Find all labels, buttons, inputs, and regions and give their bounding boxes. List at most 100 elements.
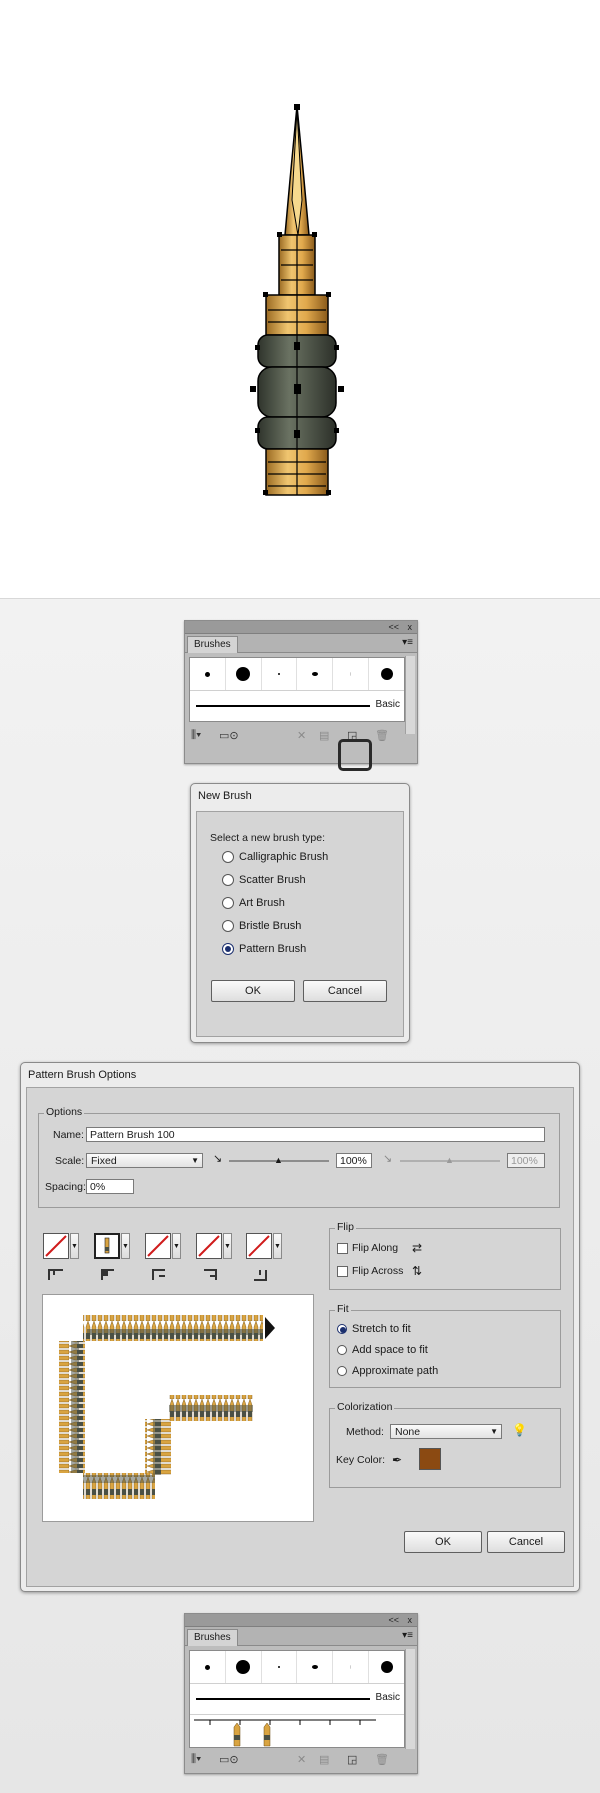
brush-library-icon[interactable]: ▭⊙ xyxy=(219,729,239,742)
basic-brush-row[interactable]: Basic xyxy=(190,691,404,721)
delete-brush-icon[interactable]: 🗑 xyxy=(375,1753,389,1766)
tile-dropdown[interactable]: ▼ xyxy=(273,1233,282,1259)
tips-icon[interactable]: 💡 xyxy=(512,1423,527,1437)
start-tile-icon xyxy=(204,1269,217,1280)
fit-legend: Fit xyxy=(335,1303,351,1315)
brush-swatch[interactable] xyxy=(297,1651,334,1683)
scrollbar[interactable] xyxy=(405,656,415,734)
brush-swatch[interactable] xyxy=(297,658,334,690)
start-tile[interactable] xyxy=(196,1233,222,1259)
end-tile-icon xyxy=(254,1270,267,1281)
brush-swatch[interactable] xyxy=(262,1651,298,1683)
radio-bristle[interactable]: Bristle Brush xyxy=(222,920,301,932)
name-field[interactable]: Pattern Brush 100 xyxy=(86,1127,545,1142)
panel-menu-icon[interactable]: ▾≡ xyxy=(402,637,413,648)
outer-corner-icon xyxy=(101,1269,114,1280)
libraries-menu-icon[interactable]: ⫼▾ xyxy=(191,729,201,742)
new-brush-icon[interactable]: ◲ xyxy=(347,1753,357,1766)
spacing-field[interactable]: 0% xyxy=(86,1179,134,1194)
tile-dropdown[interactable]: ▼ xyxy=(223,1233,232,1259)
basic-brush-row[interactable]: Basic xyxy=(190,1684,404,1714)
tile-dropdown[interactable]: ▼ xyxy=(172,1233,181,1259)
brush-swatch[interactable] xyxy=(226,658,262,690)
eyedropper-icon[interactable]: ✒ xyxy=(392,1453,402,1467)
flip-along-label: Flip Along xyxy=(352,1242,399,1254)
key-color-label: Key Color: xyxy=(336,1454,386,1466)
radio-calligraphic[interactable]: Calligraphic Brush xyxy=(222,851,328,863)
options-icon[interactable]: ▤ xyxy=(319,729,329,742)
tab-brushes[interactable]: Brushes xyxy=(187,636,238,653)
pattern-brush-row[interactable] xyxy=(190,1714,404,1747)
scale-slider-thumb[interactable]: ▲ xyxy=(274,1155,283,1165)
radio-art[interactable]: Art Brush xyxy=(222,897,285,909)
radio-scatter[interactable]: Scatter Brush xyxy=(222,874,306,886)
scale-label: Scale: xyxy=(55,1155,85,1167)
brushes-panel-updated: << x Brushes ▾≡ Basic ⫼▾ ▭⊙ ✕ ▤ ◲ 🗑 xyxy=(184,1613,418,1774)
brush-swatch[interactable] xyxy=(369,1651,404,1683)
flip-along-icon: ⇄ xyxy=(412,1241,423,1255)
colorization-legend: Colorization xyxy=(335,1401,395,1413)
brush-swatch[interactable] xyxy=(333,658,370,690)
inner-corner-tile[interactable] xyxy=(145,1233,171,1259)
delete-brush-icon[interactable]: 🗑 xyxy=(375,729,389,742)
end-tile[interactable] xyxy=(246,1233,272,1259)
remove-stroke-icon[interactable]: ✕ xyxy=(297,729,306,742)
fit-group: Fit Stretch to fit Add space to fit Appr… xyxy=(329,1303,561,1388)
options-icon[interactable]: ▤ xyxy=(319,1753,329,1766)
brush-library-icon[interactable]: ▭⊙ xyxy=(219,1753,239,1766)
brush-swatch[interactable] xyxy=(333,1651,370,1683)
tab-brushes[interactable]: Brushes xyxy=(187,1629,238,1646)
flip-along-checkbox[interactable] xyxy=(337,1243,348,1254)
method-select[interactable]: None ▼ xyxy=(390,1424,502,1439)
close-icon[interactable]: x xyxy=(408,621,413,633)
brush-list: Basic xyxy=(189,657,405,722)
collapse-icon[interactable]: << xyxy=(388,621,399,633)
radio-stretch-to-fit[interactable]: Stretch to fit xyxy=(337,1323,411,1335)
scale-select[interactable]: Fixed ▼ xyxy=(86,1153,203,1168)
name-label: Name: xyxy=(53,1129,84,1141)
new-brush-dialog: New Brush Select a new brush type: Calli… xyxy=(190,783,410,1043)
remove-stroke-icon[interactable]: ✕ xyxy=(297,1753,306,1766)
scale-percent2-field: 100% xyxy=(507,1153,545,1168)
tile-dropdown[interactable]: ▼ xyxy=(121,1233,130,1259)
flip-across-label: Flip Across xyxy=(352,1265,404,1277)
brush-swatch[interactable] xyxy=(190,1651,226,1683)
close-icon[interactable]: x xyxy=(408,1614,413,1626)
cancel-button[interactable]: Cancel xyxy=(487,1531,565,1553)
cancel-button[interactable]: Cancel xyxy=(303,980,387,1002)
radio-add-space[interactable]: Add space to fit xyxy=(337,1344,428,1356)
pattern-brush-options-dialog: Pattern Brush Options Options Name: Patt… xyxy=(20,1062,580,1592)
side-tile[interactable] xyxy=(43,1233,69,1259)
radio-pattern[interactable]: Pattern Brush xyxy=(222,943,306,955)
outer-corner-tile[interactable] xyxy=(94,1233,120,1259)
radio-approximate-path[interactable]: Approximate path xyxy=(337,1365,438,1377)
side-tile-icon xyxy=(48,1269,63,1280)
basic-label: Basic xyxy=(375,1692,400,1703)
dialog-title: New Brush xyxy=(198,790,252,802)
bullet-illustration xyxy=(250,104,344,496)
panel-titlebar: << x xyxy=(185,621,417,634)
libraries-menu-icon[interactable]: ⫼▾ xyxy=(191,1753,201,1766)
artboard xyxy=(0,0,600,599)
panel-titlebar: << x xyxy=(185,1614,417,1627)
pattern-preview xyxy=(42,1294,314,1522)
prompt-label: Select a new brush type: xyxy=(210,832,325,844)
panel-menu-icon[interactable]: ▾≡ xyxy=(402,1630,413,1641)
ok-button[interactable]: OK xyxy=(211,980,295,1002)
brush-swatch[interactable] xyxy=(190,658,226,690)
scale-percent-field[interactable]: 100% xyxy=(336,1153,372,1168)
flip-across-checkbox[interactable] xyxy=(337,1266,348,1277)
scrollbar[interactable] xyxy=(405,1649,415,1749)
brush-swatch[interactable] xyxy=(262,658,298,690)
collapse-icon[interactable]: << xyxy=(388,1614,399,1626)
spacing-label: Spacing: xyxy=(45,1181,86,1193)
ok-button[interactable]: OK xyxy=(404,1531,482,1553)
brush-swatch[interactable] xyxy=(226,1651,262,1683)
brush-swatch[interactable] xyxy=(369,658,404,690)
tile-dropdown[interactable]: ▼ xyxy=(70,1233,79,1259)
options-legend: Options xyxy=(44,1106,85,1118)
key-color-swatch[interactable] xyxy=(419,1448,441,1470)
brush-list: Basic xyxy=(189,1650,405,1748)
flip-across-icon: ⇅ xyxy=(412,1264,423,1278)
scale-slider2-thumb: ▲ xyxy=(445,1155,454,1165)
